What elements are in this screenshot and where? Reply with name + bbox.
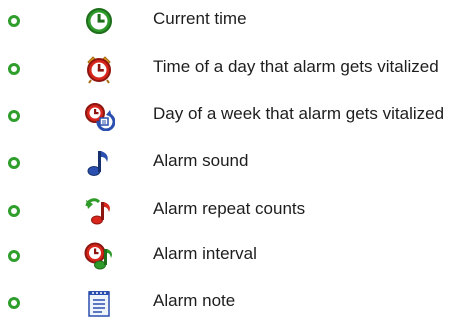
legend-list: Current time Time of a day that alarm ge… bbox=[0, 0, 475, 317]
legend-item-label: Alarm note bbox=[153, 291, 236, 310]
legend-item-current-time: Current time bbox=[0, 6, 475, 36]
calendar-cycle-icon bbox=[83, 101, 115, 131]
legend-item-label: Alarm interval bbox=[153, 244, 257, 263]
bullet-icon bbox=[8, 110, 20, 122]
legend-item-alarm-sound: Alarm sound bbox=[0, 148, 475, 178]
legend-item-label: Alarm sound bbox=[153, 151, 249, 170]
bullet-icon bbox=[8, 63, 20, 75]
legend-item-label: Current time bbox=[153, 9, 247, 28]
legend-item-repeat-counts: Alarm repeat counts bbox=[0, 196, 475, 226]
interval-clock-icon bbox=[83, 241, 115, 271]
legend-item-label: Day of a week that alarm gets vitalized bbox=[153, 104, 445, 123]
legend-item-alarm-interval: Alarm interval bbox=[0, 241, 475, 271]
legend-item-label: Alarm repeat counts bbox=[153, 199, 306, 218]
bullet-icon bbox=[8, 157, 20, 169]
legend-item-alarm-time: Time of a day that alarm gets vitalized bbox=[0, 54, 475, 84]
bullet-icon bbox=[8, 205, 20, 217]
bullet-icon bbox=[8, 250, 20, 262]
repeat-note-icon bbox=[83, 196, 115, 226]
legend-item-alarm-note: Alarm note bbox=[0, 288, 475, 318]
bullet-icon bbox=[8, 15, 20, 27]
alarm-clock-icon bbox=[83, 54, 115, 84]
clock-icon bbox=[83, 6, 115, 36]
music-note-icon bbox=[83, 148, 115, 178]
legend-item-alarm-day: Day of a week that alarm gets vitalized bbox=[0, 101, 475, 131]
legend-item-label: Time of a day that alarm gets vitalized bbox=[153, 57, 439, 76]
note-pad-icon bbox=[83, 288, 115, 318]
bullet-icon bbox=[8, 297, 20, 309]
